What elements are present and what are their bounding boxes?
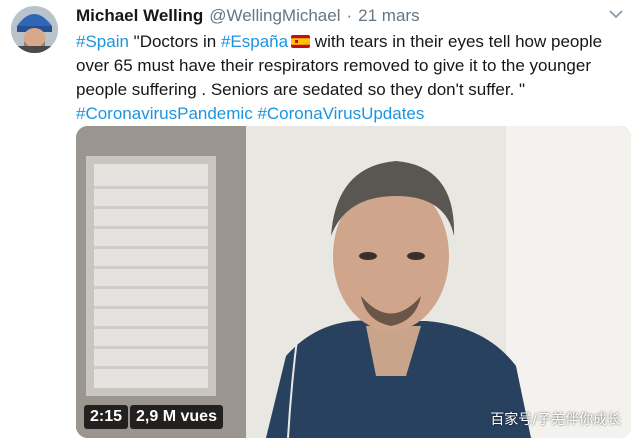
hashtag-spain[interactable]: #Spain <box>76 32 129 51</box>
hashtag-espana[interactable]: #España <box>221 32 288 51</box>
tweet-card[interactable]: Michael Welling @WellingMichael · 21 mar… <box>0 0 640 441</box>
watermark: 百家号/子羌伴你成长 <box>490 412 621 428</box>
tweet-date[interactable]: 21 mars <box>358 6 419 26</box>
video-player[interactable]: 2:15 2,9 M vues 百家号/子羌伴你成长 <box>76 126 631 438</box>
video-views: 2,9 M vues <box>130 405 223 429</box>
hashtag-coronavirusupdates[interactable]: #CoronaVirusUpdates <box>257 104 424 123</box>
author-handle[interactable]: @WellingMichael <box>209 6 340 26</box>
tweet-text-part-1: "Doctors in <box>128 32 221 51</box>
video-duration: 2:15 <box>84 405 129 429</box>
author-name[interactable]: Michael Welling <box>76 6 203 26</box>
video-stats: 2:15 2,9 M vues <box>84 405 223 429</box>
avatar[interactable] <box>11 6 58 53</box>
video-frame <box>76 126 631 438</box>
tweet-header: Michael Welling @WellingMichael · 21 mar… <box>76 6 420 28</box>
chevron-down-icon[interactable] <box>606 6 626 22</box>
hashtag-coronaviruspandemic[interactable]: #CoronavirusPandemic <box>76 104 253 123</box>
spain-flag-icon <box>291 31 311 48</box>
tweet-text: #Spain "Doctors in #España with tears in… <box>76 30 636 126</box>
separator-dot: · <box>346 6 353 25</box>
